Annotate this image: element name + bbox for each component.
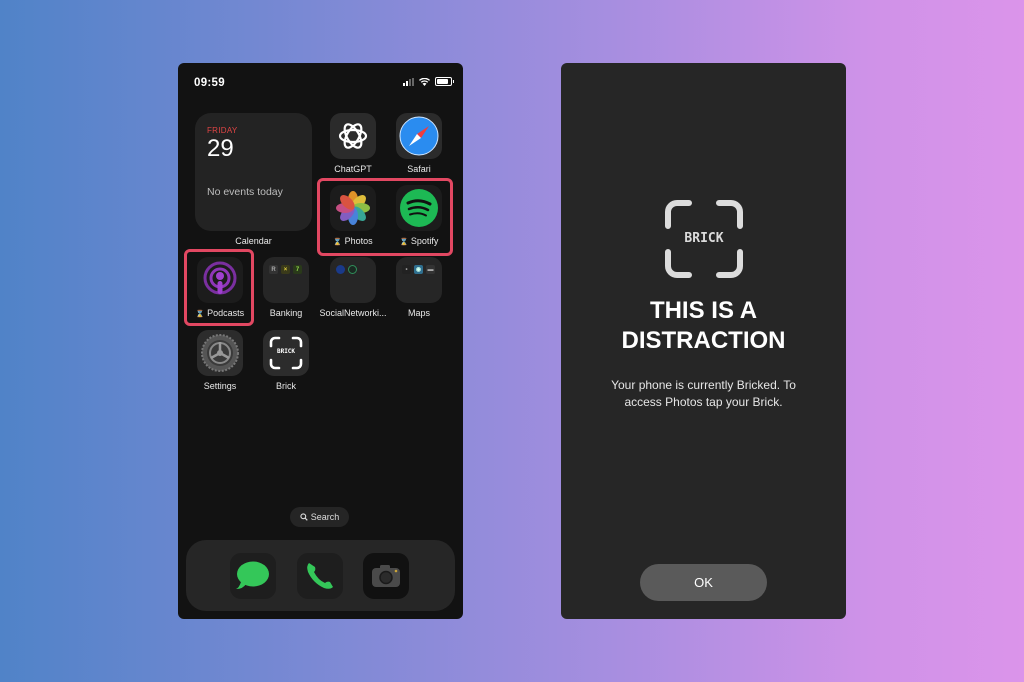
folder-label-maps: Maps [407,308,430,318]
chatgpt-icon [338,123,368,149]
map-pin-icon: • [402,265,411,274]
hourglass-icon: ⌛ [195,311,205,318]
cellular-signal-icon [403,77,414,86]
whatsapp-icon [348,265,357,274]
distraction-screen: BRICK THIS IS A DISTRACTION Your phone i… [561,63,846,619]
maps-app-icon: ◉ [414,265,423,274]
app-label-photos: ⌛ Photos [333,236,373,246]
app-label-settings: Settings [203,381,237,391]
app-chatgpt[interactable] [330,113,376,159]
settings-gear-icon [201,334,239,372]
messages-icon [236,561,269,589]
app-photos[interactable] [330,185,376,231]
wifi-icon [419,77,430,86]
folder-label-social-networking: SocialNetworki... [319,308,387,318]
phone-icon [307,563,333,589]
dock-app-phone[interactable] [297,553,343,599]
status-time: 09:59 [194,77,225,89]
car-icon: ▬ [426,265,435,274]
folder-label-banking: Banking [269,308,303,318]
podcasts-icon [203,261,237,295]
camera-icon [372,565,400,587]
status-icons [403,77,454,86]
brick-logo: BRICK [663,198,745,280]
folder-banking[interactable]: R × 7 [263,257,309,303]
folder-social-networking[interactable] [330,257,376,303]
search-button[interactable]: Search [290,507,349,527]
brick-logo-text: BRICK [684,231,724,246]
calendar-events-text: No events today [207,186,283,198]
app-label-chatgpt: ChatGPT [334,164,372,174]
home-screen: 09:59 FRIDAY 29 No events today Calendar… [178,63,463,619]
photos-flower-icon [336,191,370,225]
dock [186,540,455,611]
social-app-icon [336,265,345,274]
ok-button[interactable]: OK [640,564,767,601]
calendar-date: 29 [207,135,234,162]
brick-icon-text: BRICK [276,348,296,355]
banking-app-icon: 7 [293,265,302,274]
folder-maps[interactable]: • ◉ ▬ [396,257,442,303]
app-spotify[interactable] [396,185,442,231]
app-label-safari: Safari [407,164,431,174]
revolut-icon: R [269,265,278,274]
distraction-message: Your phone is currently Bricked. To acce… [611,378,796,409]
hourglass-icon: ⌛ [333,239,343,246]
search-label: Search [310,512,340,522]
spotify-icon [400,189,438,227]
dock-app-camera[interactable] [363,553,409,599]
app-brick[interactable]: BRICK [263,330,309,376]
battery-icon [435,77,454,86]
distraction-title: THIS IS A DISTRACTION [621,297,786,354]
app-label-brick: Brick [276,381,296,391]
calendar-widget[interactable]: FRIDAY 29 No events today [195,113,312,231]
app-label-podcasts: ⌛ Podcasts [195,308,245,318]
app-safari[interactable] [396,113,442,159]
calendar-day: FRIDAY [207,126,238,135]
app-settings[interactable] [197,330,243,376]
app-label-spotify: ⌛ Spotify [399,236,439,246]
hourglass-icon: ⌛ [399,239,409,246]
app-podcasts[interactable] [197,257,243,303]
calendar-label: Calendar [235,236,272,246]
banking-app-icon: × [281,265,290,274]
safari-compass-icon [399,116,439,156]
search-icon [300,513,308,521]
dock-app-messages[interactable] [230,553,276,599]
